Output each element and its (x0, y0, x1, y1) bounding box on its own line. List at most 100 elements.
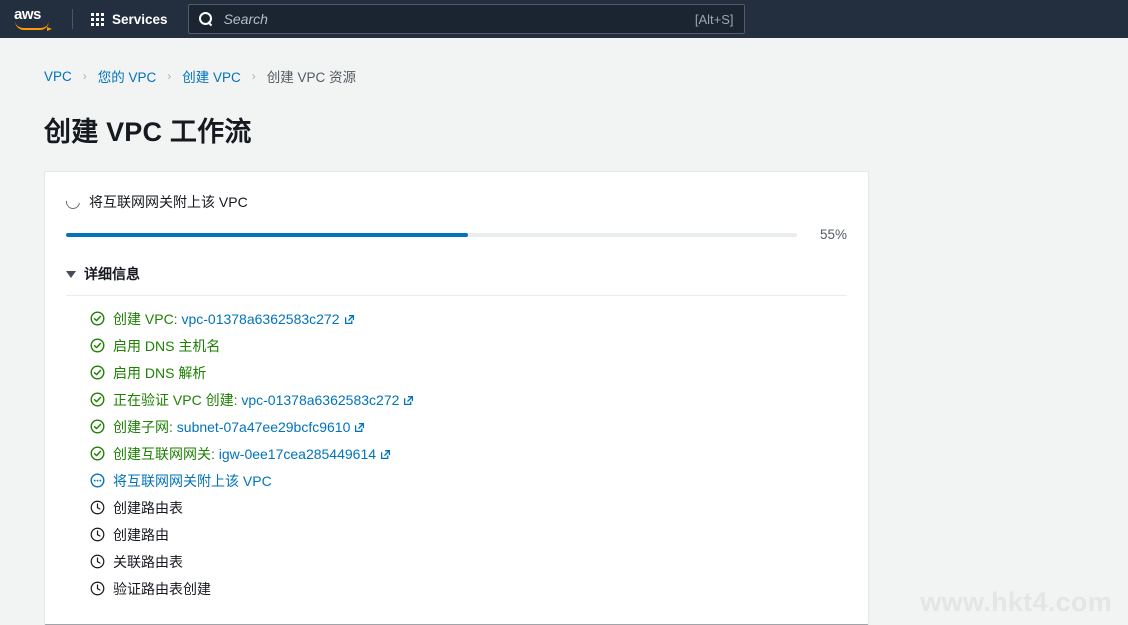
grid-icon (91, 12, 104, 26)
step-status-icon (90, 311, 105, 326)
check-circle-icon (90, 365, 105, 380)
step-external-link-button[interactable] (399, 392, 415, 408)
step-status-icon (90, 581, 105, 596)
check-circle-icon (90, 419, 105, 434)
step-content: 创建路由表 (113, 498, 183, 518)
clock-icon (90, 500, 105, 515)
step-status-icon (90, 527, 105, 542)
search-input[interactable]: Search (224, 11, 695, 27)
workflow-step: 验证路由表创建 (90, 575, 847, 602)
top-navigation-bar: aws Services Search [Alt+S] (0, 0, 1128, 38)
in-progress-icon (90, 473, 105, 488)
clock-icon (90, 554, 105, 569)
workflow-step: 创建路由 (90, 521, 847, 548)
details-divider (66, 295, 847, 296)
step-label: 正在验证 VPC 创建: (113, 391, 238, 408)
workflow-step: 创建 VPC: vpc-01378a6362583c272 (90, 305, 847, 332)
step-label: 将互联网网关附上该 VPC (113, 472, 272, 489)
step-resource-link[interactable]: vpc-01378a6362583c272 (178, 311, 339, 327)
step-content: 启用 DNS 解析 (113, 363, 206, 383)
check-circle-icon (90, 311, 105, 326)
step-status-icon (90, 392, 105, 407)
workflow-step: 正在验证 VPC 创建: vpc-01378a6362583c272 (90, 386, 847, 413)
step-status-icon (90, 500, 105, 515)
current-status-row: 将互联网网关附上该 VPC (63, 192, 847, 212)
breadcrumb: VPC › 您的 VPC › 创建 VPC › 创建 VPC 资源 (44, 38, 1128, 86)
progress-bar-track (66, 232, 797, 237)
check-circle-icon (90, 446, 105, 461)
nav-divider (72, 9, 73, 29)
workflow-step: 将互联网网关附上该 VPC (90, 467, 847, 494)
step-content: 创建子网: subnet-07a47ee29bcfc9610 (113, 417, 366, 437)
global-search-box[interactable]: Search [Alt+S] (187, 4, 745, 34)
breadcrumb-item-3[interactable]: 创建 VPC (182, 66, 241, 86)
aws-logo-text: aws (14, 6, 41, 23)
step-content: 验证路由表创建 (113, 579, 211, 599)
step-content: 创建互联网网关: igw-0ee17cea285449614 (113, 444, 392, 464)
workflow-step: 关联路由表 (90, 548, 847, 575)
breadcrumb-separator: › (167, 69, 172, 83)
step-content: 将互联网网关附上该 VPC (113, 471, 272, 491)
breadcrumb-separator: › (251, 69, 256, 83)
breadcrumb-item-4: 创建 VPC 资源 (266, 70, 357, 85)
workflow-step: 启用 DNS 解析 (90, 359, 847, 386)
breadcrumb-item-1[interactable]: VPC (44, 69, 72, 84)
step-label: 创建子网: (113, 418, 173, 435)
details-toggle[interactable]: 详细信息 (66, 264, 140, 284)
external-link-icon[interactable] (343, 313, 356, 326)
details-section-title: 详细信息 (84, 266, 140, 282)
step-label: 创建互联网网关: (113, 445, 215, 462)
step-label: 启用 DNS 解析 (113, 364, 207, 381)
workflow-step: 创建子网: subnet-07a47ee29bcfc9610 (90, 413, 847, 440)
breadcrumb-separator: › (82, 69, 87, 83)
step-content: 正在验证 VPC 创建: vpc-01378a6362583c272 (113, 390, 415, 410)
watermark: www.hkt4.com (920, 587, 1112, 617)
aws-logo-smile-icon (15, 21, 52, 31)
step-content: 创建路由 (113, 525, 169, 545)
step-external-link-button[interactable] (376, 446, 392, 462)
main-content: VPC › 您的 VPC › 创建 VPC › 创建 VPC 资源 创建 VPC 工作流 将… (0, 38, 1128, 625)
search-icon (198, 11, 214, 27)
workflow-step: 创建互联网网关: igw-0ee17cea285449614 (90, 440, 847, 467)
step-status-icon (90, 338, 105, 353)
step-label: 验证路由表创建 (113, 580, 211, 597)
breadcrumb-item-2[interactable]: 您的 VPC (98, 66, 157, 86)
step-content: 关联路由表 (113, 552, 183, 572)
step-status-icon (90, 365, 105, 380)
step-content: 创建 VPC: vpc-01378a6362583c272 (113, 309, 356, 329)
step-external-link-button[interactable] (340, 311, 356, 327)
check-circle-icon (90, 392, 105, 407)
step-resource-link[interactable]: subnet-07a47ee29bcfc9610 (173, 419, 351, 435)
step-status-icon (90, 419, 105, 434)
workflow-step-list: 创建 VPC: vpc-01378a6362583c272 启用 DNS 主机名启… (66, 305, 847, 602)
step-label: 创建路由表 (113, 499, 183, 516)
step-status-icon (90, 446, 105, 461)
step-resource-link[interactable]: igw-0ee17cea285449614 (215, 446, 376, 462)
step-content: 启用 DNS 主机名 (113, 336, 220, 356)
workflow-step: 启用 DNS 主机名 (90, 332, 847, 359)
step-label: 关联路由表 (113, 553, 183, 570)
search-shortcut-hint: [Alt+S] (694, 11, 734, 27)
progress-bar-fill (66, 232, 469, 237)
step-resource-link[interactable]: vpc-01378a6362583c272 (237, 392, 399, 408)
step-status-icon (90, 554, 105, 569)
check-circle-icon (90, 338, 105, 353)
services-menu-label: Services (112, 11, 168, 27)
step-label: 启用 DNS 主机名 (113, 337, 221, 354)
progress-row: 55% (66, 227, 847, 242)
services-menu-button[interactable]: Services (83, 6, 176, 33)
workflow-progress-card: 将互联网网关附上该 VPC 55% 详细信息 创建 VPC: vpc-01378… (44, 171, 869, 625)
aws-logo[interactable]: aws (14, 6, 56, 32)
page-title: 创建 VPC 工作流 (44, 117, 252, 147)
progress-percent-label: 55% (819, 227, 847, 242)
step-label: 创建路由 (113, 526, 169, 543)
external-link-icon[interactable] (353, 421, 366, 434)
clock-icon (90, 581, 105, 596)
external-link-icon[interactable] (402, 394, 415, 407)
clock-icon (90, 527, 105, 542)
chevron-down-icon (66, 270, 76, 278)
step-status-icon (90, 473, 105, 488)
step-external-link-button[interactable] (350, 419, 366, 435)
external-link-icon[interactable] (379, 448, 392, 461)
step-label: 创建 VPC: (113, 310, 178, 327)
